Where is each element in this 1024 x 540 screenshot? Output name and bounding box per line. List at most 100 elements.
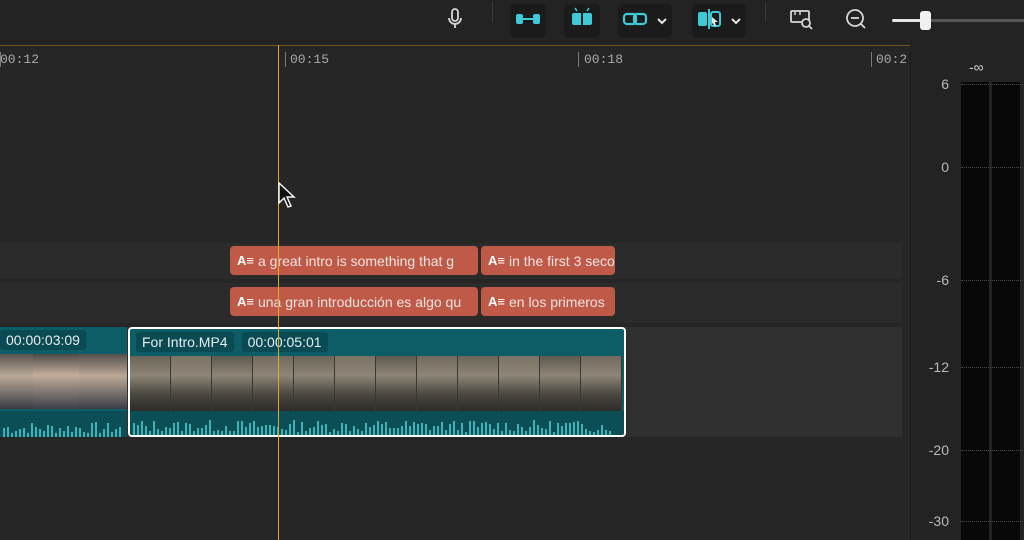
thumbnail-frame (0, 354, 33, 409)
waveform-bar (489, 424, 491, 435)
waveform-bar (469, 421, 471, 435)
waveform-bar (369, 427, 371, 435)
waveform-bar (133, 423, 135, 435)
waveform-bar (577, 421, 579, 435)
waveform-bar (23, 428, 25, 437)
db-scale-label: -20 (928, 442, 949, 458)
zoom-slider-track (926, 19, 1024, 22)
zoom-to-fit-icon (789, 8, 815, 35)
clip-duration: 00:00:05:01 (241, 332, 328, 352)
audio-waveform (130, 411, 624, 435)
waveform-bar (465, 432, 467, 435)
ruler-tick (285, 52, 286, 67)
zoom-slider[interactable] (892, 11, 1024, 30)
db-gridline (961, 367, 1023, 368)
db-gridline (961, 521, 1023, 522)
waveform-bar (573, 422, 575, 435)
video-clip-for-intro[interactable]: For Intro.MP4 00:00:05:01 (128, 327, 626, 437)
waveform-bar (281, 429, 283, 435)
zoom-slider-handle[interactable] (920, 11, 931, 30)
waveform-bar (549, 421, 551, 435)
subtitle-clip[interactable]: A≡ una gran introducción es algo qu (230, 287, 478, 316)
waveform-bar (581, 424, 583, 435)
waveform-bar (269, 425, 271, 435)
timeline-editor: 00:12 00:15 00:18 00:21 A≡ a great intro… (0, 0, 1024, 540)
text-style-icon: A≡ (237, 294, 254, 309)
waveform-bar (83, 432, 85, 437)
waveform-bar (63, 431, 65, 437)
microphone-icon (446, 7, 464, 35)
waveform-bar (541, 428, 543, 435)
waveform-bar (525, 431, 527, 435)
waveform-bar (453, 421, 455, 435)
subtitle-track-2[interactable]: A≡ una gran introducción es algo qu A≡ e… (0, 283, 902, 323)
split-center-icon (569, 6, 595, 36)
waveform-bar (509, 430, 511, 435)
clip-thumbnails (0, 354, 127, 409)
subtitle-clip[interactable]: A≡ a great intro is something that g (230, 246, 478, 275)
waveform-bar (249, 423, 251, 435)
waveform-bar (569, 423, 571, 435)
waveform-bar (505, 423, 507, 435)
waveform-bar (237, 421, 239, 435)
preview-axis-button[interactable] (692, 4, 726, 38)
waveform-bar (317, 421, 319, 435)
thumbnail-frame (171, 356, 212, 411)
waveform-bar (337, 431, 339, 435)
subtitle-text: a great intro is something that g (257, 252, 455, 269)
chevron-down-icon (731, 12, 741, 30)
main-video-track[interactable]: 00:00:03:09 For Intro.MP4 00:00:05:01 (0, 327, 902, 437)
thumbnail-frame (33, 354, 79, 409)
thumbnail-frame (499, 356, 540, 411)
chain-link-dropdown[interactable] (652, 4, 672, 38)
chain-link-button[interactable] (618, 4, 652, 38)
toolbar-separator (765, 2, 766, 22)
waveform-bar (313, 427, 315, 435)
subtitle-clip[interactable]: A≡ in the first 3 seconds (481, 246, 615, 275)
waveform-bar (393, 428, 395, 435)
waveform-bar (225, 426, 227, 435)
waveform-bar (377, 421, 379, 435)
subtitle-track-1[interactable]: A≡ a great intro is something that g A≡ … (0, 243, 902, 279)
waveform-bar (185, 423, 187, 435)
waveform-bar (537, 425, 539, 435)
audio-level-meter: -∞ 6 0 -6 -12 -20 -30 (910, 45, 1024, 540)
waveform-bar (413, 422, 415, 435)
timeline-area[interactable]: 00:12 00:15 00:18 00:21 A≡ a great intro… (0, 45, 910, 540)
preview-axis-icon (696, 8, 722, 35)
video-clip-previous[interactable]: 00:00:03:09 (0, 327, 127, 437)
zoom-to-fit-button[interactable] (786, 4, 818, 38)
waveform-bar (265, 425, 267, 435)
subtitle-clip[interactable]: A≡ en los primeros (481, 287, 615, 316)
waveform-bar (421, 423, 423, 435)
text-style-icon: A≡ (488, 294, 505, 309)
microphone-button[interactable] (440, 4, 470, 38)
subtitle-text: in the first 3 seconds (508, 252, 615, 269)
waveform-bar (193, 431, 195, 435)
waveform-bar (103, 429, 105, 437)
playhead[interactable] (278, 45, 279, 540)
waveform-bar (107, 423, 109, 437)
waveform-bar (71, 432, 73, 437)
waveform-bar (181, 431, 183, 435)
waveform-bar (409, 426, 411, 435)
waveform-bar (137, 425, 139, 435)
db-scale-label: -12 (928, 359, 949, 375)
waveform-bar (209, 420, 211, 435)
clip-thumbnails (130, 356, 624, 411)
time-ruler[interactable]: 00:12 00:15 00:18 00:21 (0, 45, 910, 71)
db-gridline (961, 450, 1023, 451)
waveform-bar (333, 429, 335, 435)
waveform-bar (353, 426, 355, 435)
waveform-bar (357, 429, 359, 435)
waveform-bar (445, 430, 447, 435)
link-clips-button[interactable] (510, 4, 546, 38)
waveform-bar (565, 423, 567, 435)
zoom-out-button[interactable] (842, 4, 870, 38)
waveform-bar (605, 430, 607, 435)
waveform-bar (153, 421, 155, 435)
preview-axis-dropdown[interactable] (726, 4, 746, 38)
waveform-bar (99, 433, 101, 437)
link-clips-icon (515, 12, 541, 31)
split-center-button[interactable] (564, 4, 600, 38)
